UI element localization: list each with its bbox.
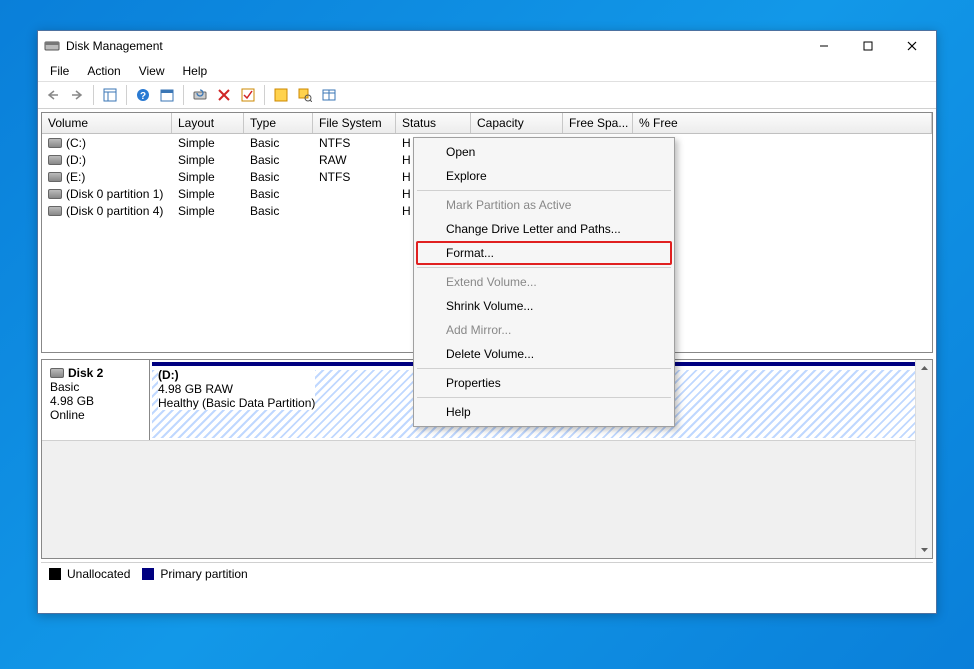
check-icon[interactable] bbox=[237, 84, 259, 106]
minimize-button[interactable] bbox=[802, 32, 846, 60]
ctx-mirror: Add Mirror... bbox=[416, 318, 672, 342]
col-capacity[interactable]: Capacity bbox=[471, 113, 563, 133]
swatch-primary bbox=[142, 568, 154, 580]
ctx-change-letter[interactable]: Change Drive Letter and Paths... bbox=[416, 217, 672, 241]
show-hide-icon[interactable] bbox=[99, 84, 121, 106]
cell-layout: Simple bbox=[172, 187, 244, 201]
swatch-unallocated bbox=[49, 568, 61, 580]
search-icon[interactable] bbox=[294, 84, 316, 106]
close-button[interactable] bbox=[890, 32, 934, 60]
col-status[interactable]: Status bbox=[396, 113, 471, 133]
volume-icon bbox=[48, 138, 62, 148]
ctx-shrink[interactable]: Shrink Volume... bbox=[416, 294, 672, 318]
ctx-properties[interactable]: Properties bbox=[416, 371, 672, 395]
col-filesystem[interactable]: File System bbox=[313, 113, 396, 133]
menu-view[interactable]: View bbox=[131, 62, 173, 80]
svg-text:?: ? bbox=[140, 91, 146, 102]
window: Disk Management File Action View Help ? … bbox=[37, 30, 937, 614]
cell-fs: NTFS bbox=[313, 136, 396, 150]
cell-fs: RAW bbox=[313, 153, 396, 167]
cell-fs: NTFS bbox=[313, 170, 396, 184]
ctx-extend: Extend Volume... bbox=[416, 270, 672, 294]
cell-volume: (C:) bbox=[66, 136, 86, 150]
menu-help[interactable]: Help bbox=[175, 62, 216, 80]
detail-icon[interactable] bbox=[318, 84, 340, 106]
scroll-down-icon[interactable] bbox=[916, 541, 932, 558]
col-volume[interactable]: Volume bbox=[42, 113, 172, 133]
ctx-open[interactable]: Open bbox=[416, 140, 672, 164]
menu-action[interactable]: Action bbox=[79, 62, 128, 80]
scroll-up-icon[interactable] bbox=[916, 360, 932, 377]
legend-primary: Primary partition bbox=[160, 567, 247, 581]
cell-volume: (D:) bbox=[66, 153, 86, 167]
disk-size: 4.98 GB bbox=[50, 394, 141, 408]
volume-icon bbox=[48, 189, 62, 199]
toolbar: ? bbox=[38, 81, 936, 109]
cell-type: Basic bbox=[244, 136, 313, 150]
volume-icon bbox=[48, 206, 62, 216]
ctx-format[interactable]: Format... bbox=[416, 241, 672, 265]
delete-icon[interactable] bbox=[213, 84, 235, 106]
refresh-icon[interactable] bbox=[189, 84, 211, 106]
cell-type: Basic bbox=[244, 187, 313, 201]
col-freespace[interactable]: Free Spa... bbox=[563, 113, 633, 133]
partition-letter: (D:) bbox=[158, 368, 315, 382]
context-menu: Open Explore Mark Partition as Active Ch… bbox=[413, 137, 675, 427]
titlebar[interactable]: Disk Management bbox=[38, 31, 936, 61]
forward-button[interactable] bbox=[66, 84, 88, 106]
menu-file[interactable]: File bbox=[42, 62, 77, 80]
calendar-icon[interactable] bbox=[156, 84, 178, 106]
cell-type: Basic bbox=[244, 153, 313, 167]
cell-layout: Simple bbox=[172, 170, 244, 184]
legend-unallocated: Unallocated bbox=[67, 567, 130, 581]
ctx-delete[interactable]: Delete Volume... bbox=[416, 342, 672, 366]
disk-status: Online bbox=[50, 408, 141, 422]
cell-type: Basic bbox=[244, 204, 313, 218]
maximize-button[interactable] bbox=[846, 32, 890, 60]
disk-info[interactable]: Disk 2 Basic 4.98 GB Online bbox=[42, 360, 150, 440]
disk-name: Disk 2 bbox=[68, 366, 103, 380]
col-pctfree[interactable]: % Free bbox=[633, 113, 932, 133]
vertical-scrollbar[interactable] bbox=[915, 360, 932, 558]
disk-type: Basic bbox=[50, 380, 141, 394]
app-icon bbox=[44, 38, 60, 54]
ctx-help[interactable]: Help bbox=[416, 400, 672, 424]
window-title: Disk Management bbox=[66, 39, 802, 53]
disk-icon bbox=[50, 368, 64, 378]
table-header: Volume Layout Type File System Status Ca… bbox=[42, 113, 932, 134]
back-button[interactable] bbox=[42, 84, 64, 106]
cell-type: Basic bbox=[244, 170, 313, 184]
partition-health: Healthy (Basic Data Partition) bbox=[158, 396, 315, 410]
volume-icon bbox=[48, 155, 62, 165]
cell-layout: Simple bbox=[172, 204, 244, 218]
legend: Unallocated Primary partition bbox=[41, 562, 933, 584]
partition-info: 4.98 GB RAW bbox=[158, 382, 315, 396]
col-type[interactable]: Type bbox=[244, 113, 313, 133]
list-icon[interactable] bbox=[270, 84, 292, 106]
menubar: File Action View Help bbox=[38, 61, 936, 81]
ctx-mark-active: Mark Partition as Active bbox=[416, 193, 672, 217]
volume-icon bbox=[48, 172, 62, 182]
ctx-explore[interactable]: Explore bbox=[416, 164, 672, 188]
help-icon[interactable]: ? bbox=[132, 84, 154, 106]
cell-layout: Simple bbox=[172, 136, 244, 150]
cell-volume: (Disk 0 partition 1) bbox=[66, 187, 163, 201]
col-layout[interactable]: Layout bbox=[172, 113, 244, 133]
cell-layout: Simple bbox=[172, 153, 244, 167]
cell-volume: (E:) bbox=[66, 170, 85, 184]
cell-volume: (Disk 0 partition 4) bbox=[66, 204, 163, 218]
